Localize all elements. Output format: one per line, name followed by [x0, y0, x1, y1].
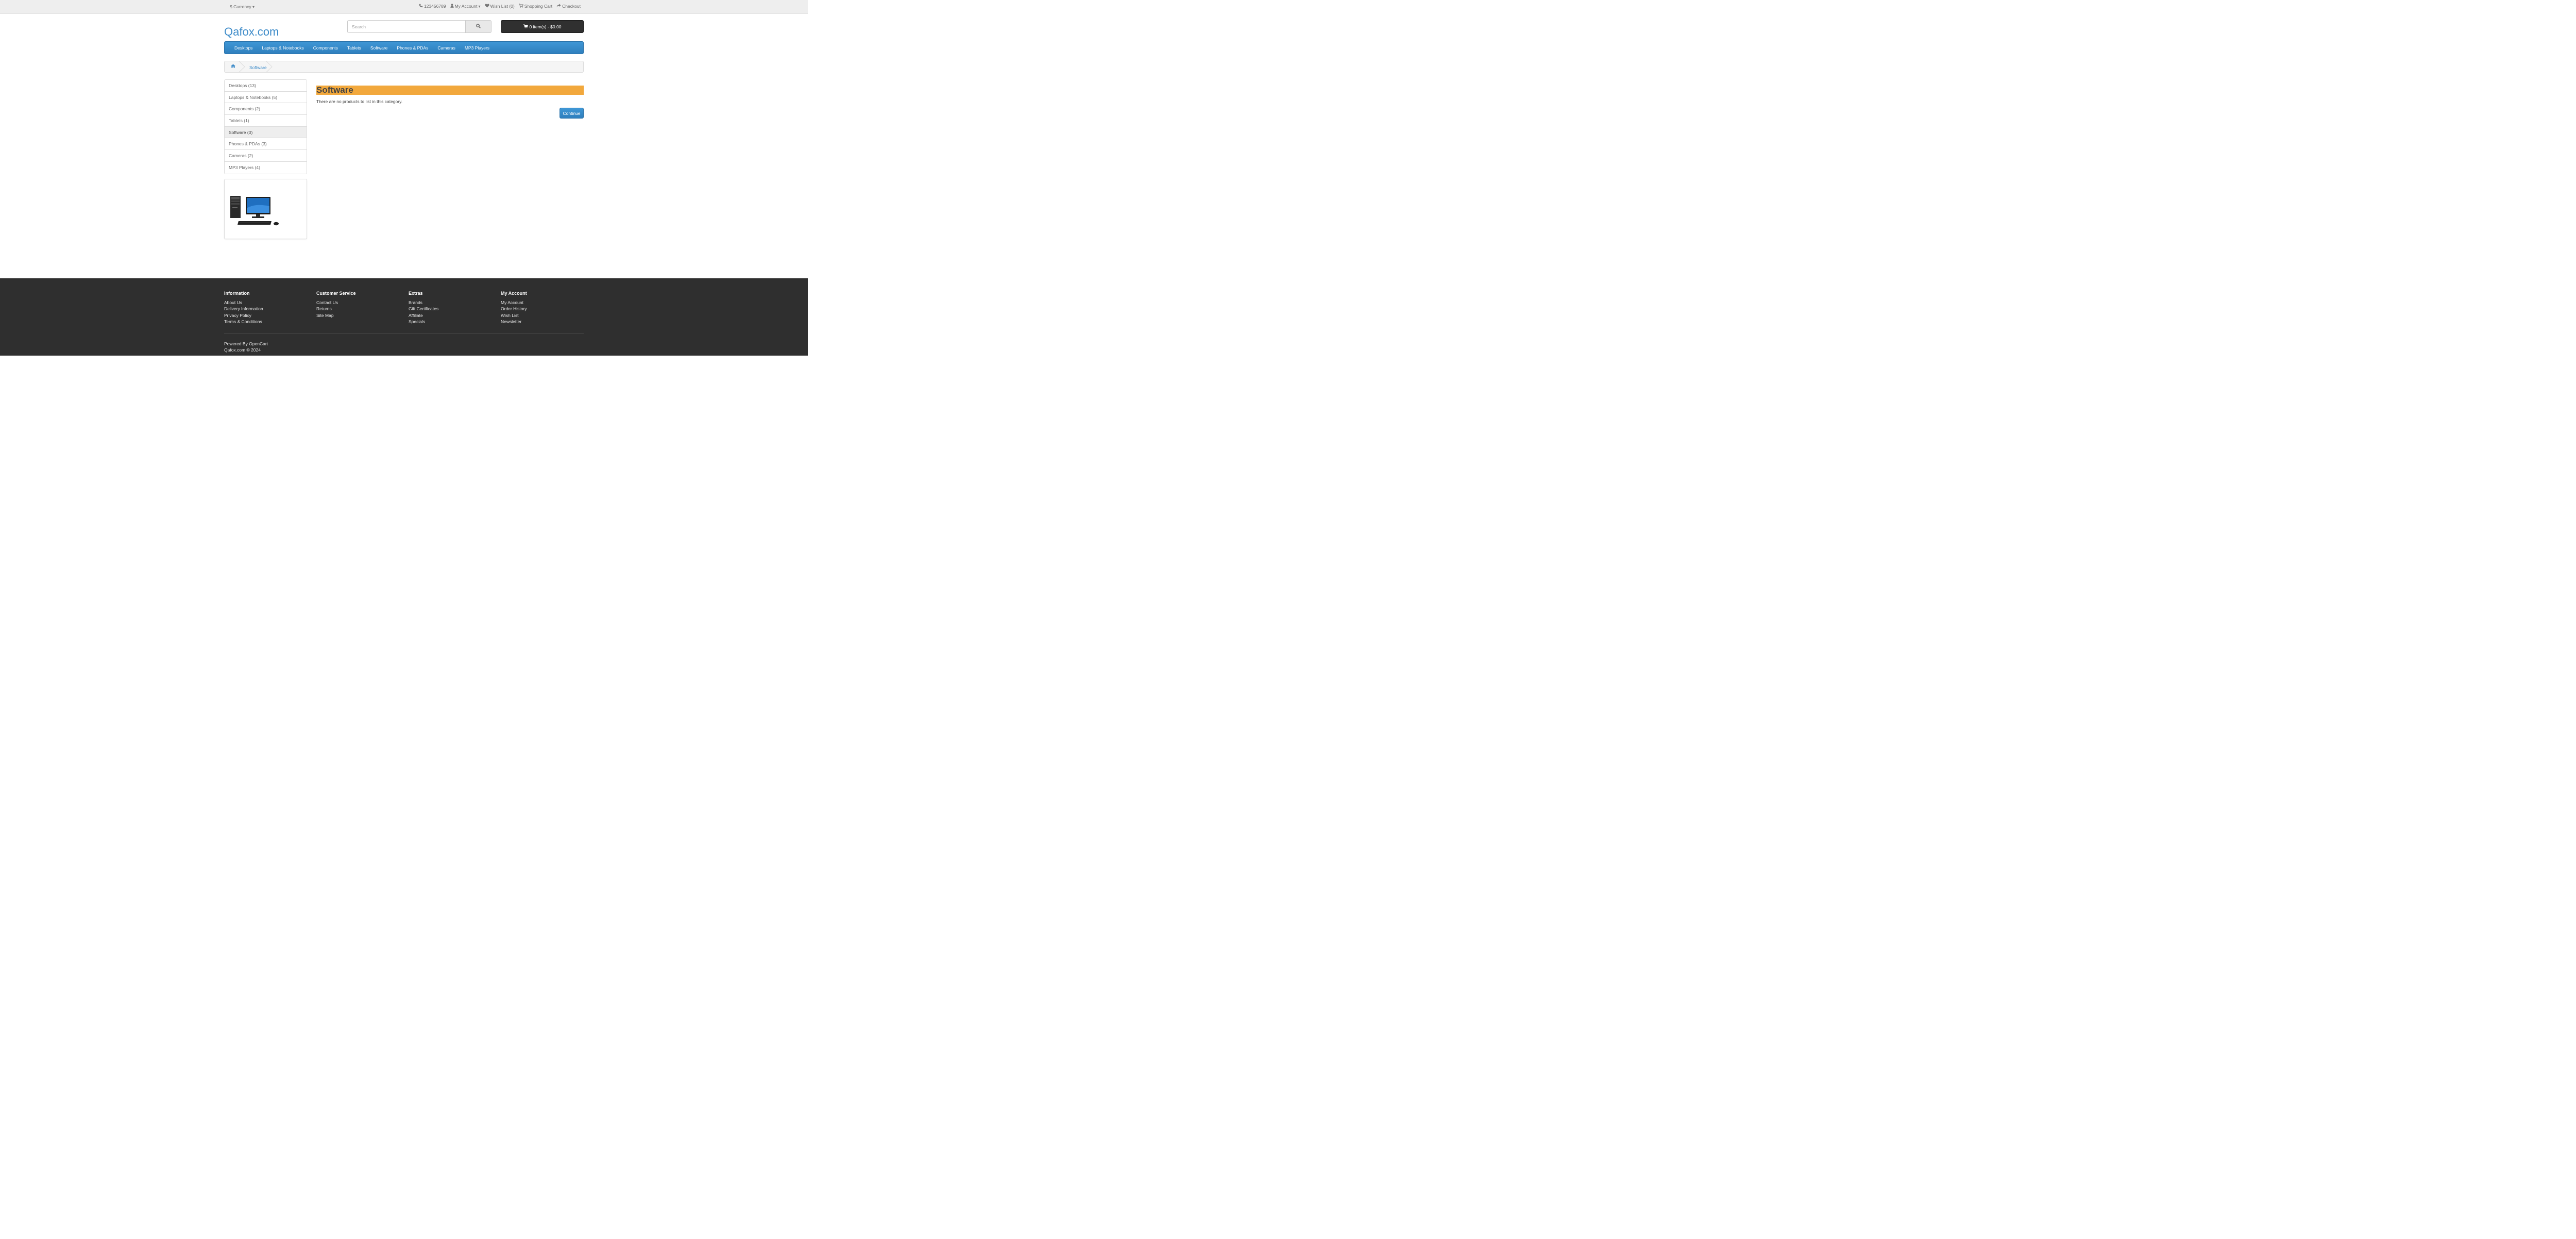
wishlist-label: Wish List (0): [490, 4, 515, 9]
home-icon: [231, 64, 235, 69]
phone-number: 123456789: [424, 4, 446, 9]
footer-link-order-history[interactable]: Order History: [501, 306, 527, 312]
footer-link-affiliate[interactable]: Affiliate: [409, 312, 438, 319]
continue-button[interactable]: Continue: [560, 108, 584, 119]
footer-link-brands[interactable]: Brands: [409, 299, 438, 306]
footer-column-extras: Extras Brands Gift Certificates Affiliat…: [409, 291, 438, 325]
nav-item-desktops[interactable]: Desktops: [230, 45, 257, 51]
search-icon: [476, 24, 481, 29]
nav-item-mp3-players[interactable]: MP3 Players: [460, 45, 494, 51]
top-bar: $ Currency ▾ 123456789 My Account ▾ Wish…: [0, 0, 808, 14]
top-links: 123456789 My Account ▾ Wish List (0) Sho…: [419, 4, 581, 9]
wishlist-link[interactable]: Wish List (0): [484, 4, 515, 9]
footer-link-my-account[interactable]: My Account: [501, 299, 527, 306]
footer-link-newsletter[interactable]: Newsletter: [501, 319, 527, 325]
powered-by: Powered By OpenCart: [224, 341, 268, 347]
breadcrumb-separator: [266, 61, 273, 73]
caret-down-icon: ▾: [478, 4, 481, 9]
shopping-cart-label: Shopping Cart: [524, 4, 553, 9]
footer-link-delivery-information[interactable]: Delivery Information: [224, 306, 263, 312]
powered-by-prefix: Powered By: [224, 341, 249, 346]
footer-link-about-us[interactable]: About Us: [224, 299, 263, 306]
footer-link-specials[interactable]: Specials: [409, 319, 438, 325]
phone-icon: [419, 4, 423, 9]
breadcrumb-separator: [239, 61, 245, 73]
footer-link-privacy-policy[interactable]: Privacy Policy: [224, 312, 263, 319]
search-input[interactable]: [347, 20, 465, 33]
footer-heading: Extras: [409, 291, 423, 296]
footer-link-contact-us[interactable]: Contact Us: [316, 299, 356, 306]
footer-heading: My Account: [501, 291, 527, 296]
heart-icon: [484, 4, 489, 9]
category-software[interactable]: Software (0): [225, 126, 307, 139]
breadcrumb-software[interactable]: Software: [249, 65, 267, 70]
breadcrumb-home[interactable]: [231, 64, 235, 69]
footer-link-site-map[interactable]: Site Map: [316, 312, 356, 319]
search-button[interactable]: [465, 20, 492, 33]
site-logo[interactable]: Qafox.com: [224, 25, 279, 39]
footer-link-returns[interactable]: Returns: [316, 306, 356, 312]
footer-link-gift-certificates[interactable]: Gift Certificates: [409, 306, 438, 312]
sidebar-banner[interactable]: [224, 179, 307, 239]
desktop-computer-image: [230, 196, 279, 226]
nav-item-tablets[interactable]: Tablets: [343, 45, 366, 51]
empty-category-message: There are no products to list in this ca…: [316, 99, 403, 104]
checkout-label: Checkout: [562, 4, 581, 9]
page-title: Software: [316, 86, 584, 95]
category-phones-pdas[interactable]: Phones & PDAs (3): [225, 138, 307, 150]
shopping-cart-icon: [523, 24, 528, 29]
footer-link-terms-conditions[interactable]: Terms & Conditions: [224, 319, 263, 325]
search-bar: [347, 20, 492, 33]
category-mp3-players[interactable]: MP3 Players (4): [225, 161, 307, 174]
shopping-cart-icon: [518, 4, 523, 9]
copyright: Qafox.com © 2024: [224, 347, 261, 353]
currency-dropdown[interactable]: $ Currency ▾: [230, 4, 255, 9]
category-laptops-notebooks[interactable]: Laptops & Notebooks (5): [225, 91, 307, 104]
footer-link-wish-list[interactable]: Wish List: [501, 312, 527, 319]
phone-link[interactable]: 123456789: [419, 4, 446, 9]
shopping-cart-link[interactable]: Shopping Cart: [518, 4, 553, 9]
footer-column-my-account: My Account My Account Order History Wish…: [501, 291, 527, 325]
footer-column-information: Information About Us Delivery Informatio…: [224, 291, 263, 325]
my-account-label: My Account: [454, 4, 478, 9]
cart-button[interactable]: 0 item(s) - $0.00: [501, 20, 584, 33]
nav-item-phones-pdas[interactable]: Phones & PDAs: [392, 45, 433, 51]
opencart-link[interactable]: OpenCart: [249, 341, 268, 346]
nav-item-components[interactable]: Components: [309, 45, 343, 51]
category-list: Desktops (13) Laptops & Notebooks (5) Co…: [224, 79, 307, 174]
footer-heading: Information: [224, 291, 250, 296]
category-desktops[interactable]: Desktops (13): [225, 80, 307, 92]
user-icon: [450, 4, 454, 9]
caret-down-icon: ▾: [252, 5, 255, 9]
nav-item-laptops-notebooks[interactable]: Laptops & Notebooks: [257, 45, 308, 51]
footer: Information About Us Delivery Informatio…: [0, 278, 808, 356]
breadcrumb: Software: [224, 61, 584, 73]
nav-item-software[interactable]: Software: [366, 45, 393, 51]
footer-heading: Customer Service: [316, 291, 356, 296]
nav-item-cameras[interactable]: Cameras: [433, 45, 460, 51]
category-tablets[interactable]: Tablets (1): [225, 115, 307, 127]
footer-credits: Powered By OpenCart Qafox.com © 2024: [224, 341, 268, 354]
main-navigation: Desktops Laptops & Notebooks Components …: [224, 41, 584, 54]
cart-button-label: 0 item(s) - $0.00: [529, 24, 562, 29]
my-account-dropdown[interactable]: My Account ▾: [450, 4, 481, 9]
checkout-link[interactable]: Checkout: [556, 4, 581, 9]
currency-label: $ Currency: [230, 4, 251, 9]
footer-column-customer-service: Customer Service Contact Us Returns Site…: [316, 291, 356, 319]
category-cameras[interactable]: Cameras (2): [225, 150, 307, 162]
share-icon: [556, 4, 561, 9]
category-components[interactable]: Components (2): [225, 103, 307, 115]
